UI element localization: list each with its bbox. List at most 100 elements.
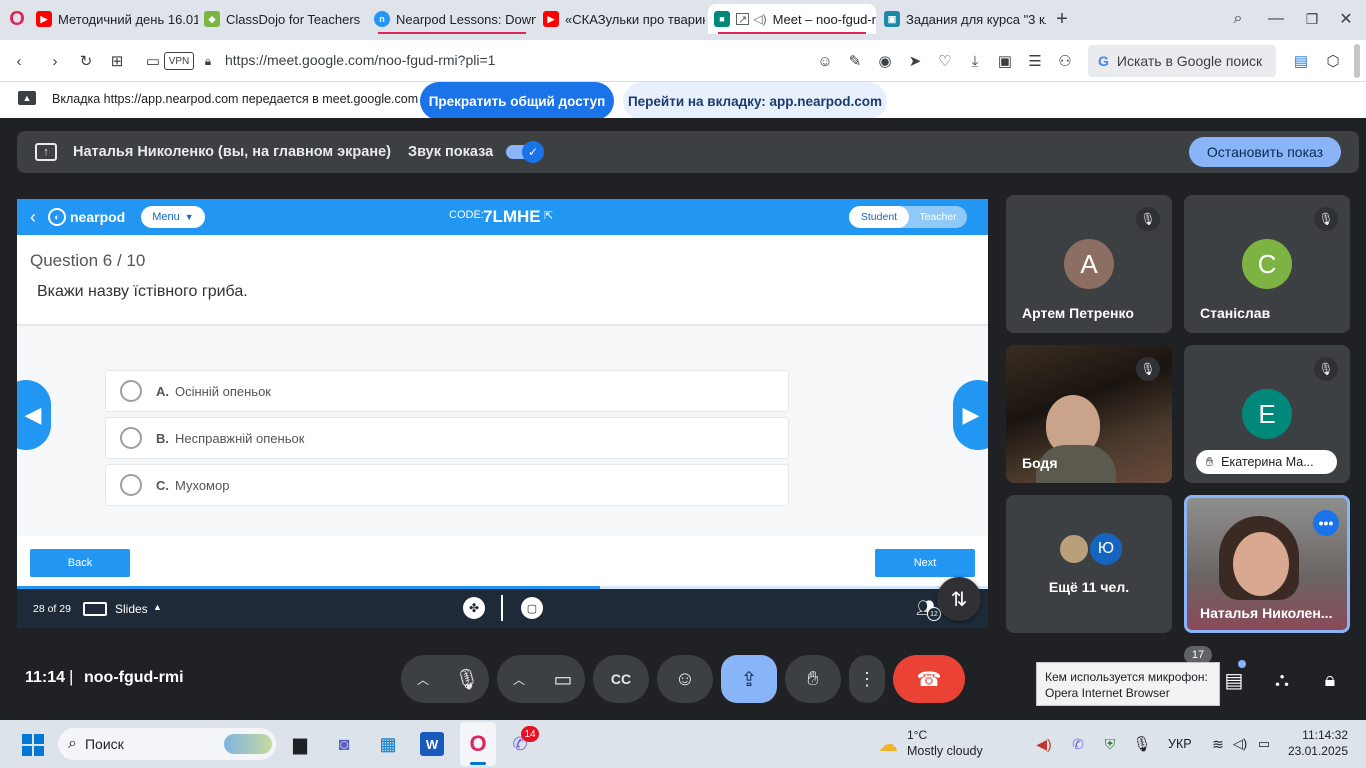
back-icon[interactable]: ‹ (8, 50, 30, 72)
participant-tile-ekaterina[interactable]: 🎙︎ E ✋︎ Екатерина Ма... (1184, 345, 1350, 483)
tab-3[interactable]: ▶ «СКАЗульки про тварин» (537, 4, 705, 34)
easy-setup-icon[interactable]: ☰ (1024, 50, 1046, 72)
keyboard-language[interactable]: УКР (1168, 737, 1192, 751)
whiteboard-icon[interactable]: ▢ (521, 597, 543, 619)
go-to-tab-button[interactable]: Перейти на вкладку: app.nearpod.com (623, 82, 887, 120)
answer-option-a[interactable]: A. Осінній опеньок (105, 370, 789, 412)
download-icon[interactable]: ⤓ (964, 50, 986, 72)
next-slide-arrow[interactable]: ▶ (953, 380, 988, 450)
tab-5[interactable]: ▣ Задания для курса "3 кла (878, 4, 1046, 34)
minimize-icon[interactable]: — (1266, 9, 1286, 29)
participant-tile-self[interactable]: ••• Наталья Николен... (1184, 495, 1350, 633)
more-options-icon[interactable]: ••• (1313, 510, 1339, 536)
next-button[interactable]: Next (875, 549, 975, 577)
reload-icon[interactable]: ↻ (75, 50, 97, 72)
mic-options-icon[interactable]: ︿ (401, 671, 445, 688)
slides-icon[interactable] (83, 602, 107, 616)
share-code-icon[interactable]: ⇱ (544, 209, 553, 222)
banner-text: Вкладка https://app.nearpod.com передает… (52, 92, 419, 106)
camera-icon[interactable]: ▭ (541, 667, 585, 692)
heart-icon[interactable]: ♡ (934, 50, 956, 72)
profile-icon[interactable]: ⚇ (1054, 50, 1076, 72)
back-arrow-icon[interactable]: ‹ (25, 207, 41, 227)
restore-icon[interactable]: ❐ (1302, 9, 1322, 29)
student-teacher-toggle[interactable]: Student Teacher (849, 206, 967, 228)
google-search-box[interactable]: G Искать в Google поиск (1088, 45, 1276, 77)
tab-2[interactable]: n Nearpod Lessons: Downlo (368, 4, 536, 34)
stop-sharing-button[interactable]: Прекратить общий доступ (420, 82, 614, 120)
participant-tile-artem[interactable]: 🎙︎ А Артем Петренко (1006, 195, 1172, 333)
scrollbar[interactable] (1354, 44, 1360, 78)
store-icon[interactable]: ▦ (376, 732, 400, 756)
chat-icon[interactable]: ▤ (1220, 666, 1248, 694)
viber-tray-icon[interactable]: ✆ (1068, 734, 1088, 754)
leave-call-button[interactable]: ☎︎ (893, 655, 965, 703)
camera-options-icon[interactable]: ︿ (497, 671, 541, 688)
emoji-icon[interactable]: ☺ (814, 50, 836, 72)
caret-up-icon[interactable]: ▲ (153, 602, 162, 612)
tab-1[interactable]: ◆ ClassDojo for Teachers (198, 4, 368, 34)
swap-layout-icon[interactable]: ⇅ (937, 577, 981, 621)
classdojo-icon: ◆ (204, 11, 220, 27)
start-icon[interactable] (22, 734, 44, 756)
snapshot-icon[interactable]: ◉ (874, 50, 896, 72)
slides-label[interactable]: Slides (115, 602, 148, 616)
security-tray-icon[interactable]: ⛨ (1100, 734, 1120, 754)
teams-icon[interactable]: ◙ (332, 732, 356, 756)
more-vert-icon: ⋮ (858, 668, 876, 689)
stop-presenting-button[interactable]: Остановить показ (1189, 137, 1341, 167)
menu-button[interactable]: Menu ▼ (141, 206, 205, 228)
clock-time[interactable]: 11:14:32 (1288, 728, 1348, 742)
battery-icon[interactable]: ▭ (1254, 734, 1274, 754)
captions-button[interactable]: CC (593, 655, 649, 703)
edit-icon[interactable]: ✎ (844, 50, 866, 72)
audio-tray-icon[interactable]: ◀) (1034, 734, 1054, 754)
taskbar-search[interactable]: ⌕ Поиск (58, 728, 276, 760)
camera-icon[interactable]: ▭ (142, 50, 164, 72)
mic-icon[interactable]: 🎙︎ (445, 667, 489, 692)
wifi-icon[interactable]: ≋ (1208, 734, 1228, 754)
sidebar-toggle-icon[interactable]: ▤ (1290, 50, 1312, 72)
more-options-button[interactable]: ⋮ (849, 655, 885, 703)
tab-title: ClassDojo for Teachers (226, 11, 361, 27)
picture-in-picture-icon[interactable]: ↗ (736, 13, 750, 26)
task-view-icon[interactable]: ▆ (288, 732, 312, 756)
tab-search-icon[interactable]: ⌕ (1228, 9, 1248, 29)
vpn-badge[interactable]: VPN (164, 52, 194, 70)
tab-4-active[interactable]: ■ ↗ ◁) Meet – noo-fgud-r (708, 4, 876, 34)
weather-icon[interactable]: ☁︎ (874, 732, 902, 756)
sound-toggle[interactable]: ✓ (506, 141, 544, 163)
speed-dial-icon[interactable]: ⊞ (106, 50, 128, 72)
opera-menu-icon[interactable]: O (6, 8, 28, 30)
word-icon[interactable]: W (420, 732, 444, 756)
answer-option-c[interactable]: C. Мухомор (105, 464, 789, 506)
student-option[interactable]: Student (849, 206, 909, 228)
participant-tile-bodya[interactable]: 🎙︎ Бодя (1006, 345, 1172, 483)
forward-icon[interactable]: › (44, 50, 66, 72)
send-icon[interactable]: ➤ (904, 50, 926, 72)
prev-slide-arrow[interactable]: ◀ (17, 380, 51, 450)
speaker-icon[interactable]: ◁) (753, 12, 766, 26)
tab-0[interactable]: ▶ Методичний день 16.01 · (30, 4, 198, 34)
back-button[interactable]: Back (30, 549, 130, 577)
clock-date[interactable]: 23.01.2025 (1278, 744, 1348, 758)
new-tab-icon[interactable]: + (1052, 8, 1072, 30)
reactions-button[interactable]: ☺ (657, 655, 713, 703)
activities-icon[interactable]: ⛬ (1268, 666, 1296, 694)
close-window-icon[interactable]: ✕ (1336, 9, 1356, 29)
extensions-icon[interactable]: ⬡ (1322, 50, 1344, 72)
teacher-option[interactable]: Teacher (909, 206, 967, 228)
puzzle-icon[interactable]: ✤ (463, 597, 485, 619)
host-controls-icon[interactable]: 🔒︎ (1316, 666, 1344, 694)
mic-tray-icon[interactable]: 🎙︎ (1132, 734, 1152, 754)
video-popout-icon[interactable]: ▣ (994, 50, 1016, 72)
participant-tile-stanislav[interactable]: 🎙︎ С Станіслав (1184, 195, 1350, 333)
url-field[interactable]: https://meet.google.com/noo-fgud-rmi?pli… (225, 52, 495, 68)
lock-icon[interactable]: 🔒︎ (197, 50, 219, 72)
participant-tile-more[interactable]: Ю Ещё 11 чел. (1006, 495, 1172, 633)
opera-taskbar-active[interactable]: O (460, 722, 496, 766)
answer-option-b[interactable]: B. Несправжній опеньок (105, 417, 789, 459)
raise-hand-button[interactable]: ✋︎ (785, 655, 841, 703)
volume-icon[interactable]: ◁) (1230, 734, 1250, 754)
present-button[interactable]: ⇪ (721, 655, 777, 703)
